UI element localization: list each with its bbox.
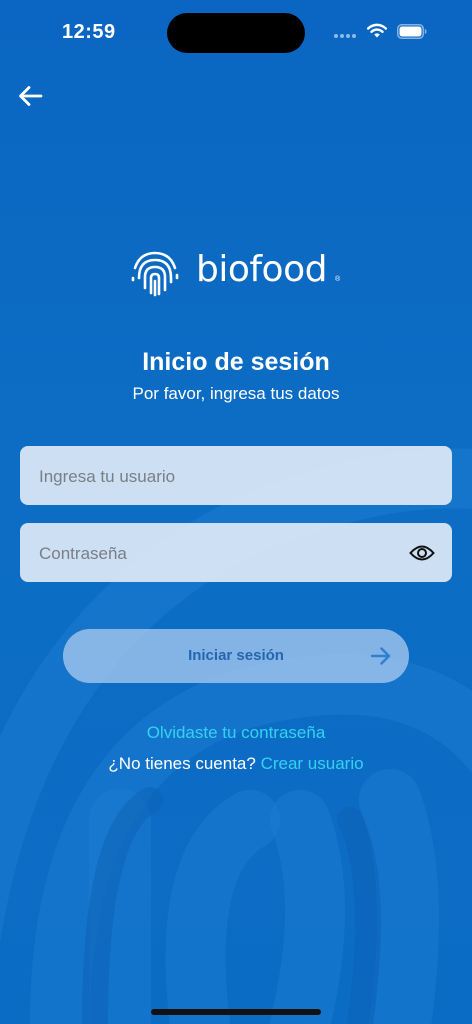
- status-time: 12:59: [62, 21, 116, 43]
- registered-mark: ®: [335, 276, 341, 283]
- username-input[interactable]: [37, 446, 411, 507]
- battery-icon: [397, 24, 427, 39]
- no-account-prompt: ¿No tienes cuenta?: [108, 754, 256, 773]
- page-subtitle: Por favor, ingresa tus datos: [132, 384, 340, 403]
- brand-logo: biofood ®: [130, 248, 344, 300]
- login-button[interactable]: Iniciar sesión: [63, 629, 409, 683]
- password-input[interactable]: [37, 523, 411, 584]
- login-screen: 12:59 biofood ® Inicio de sesión Por fav…: [0, 0, 472, 1024]
- username-field-container: [20, 446, 452, 507]
- page-title: Inicio de sesión: [142, 348, 330, 376]
- forgot-password-link[interactable]: Olvidaste tu contraseña: [147, 723, 326, 742]
- wifi-icon: [367, 23, 387, 38]
- fingerprint-icon: [131, 251, 179, 297]
- home-indicator[interactable]: [151, 1009, 321, 1015]
- brand-name: biofood: [196, 249, 327, 290]
- signup-row: ¿No tienes cuenta? Crear usuario: [0, 754, 472, 774]
- password-field-container: [20, 523, 452, 584]
- dynamic-island: [167, 13, 305, 53]
- create-user-link[interactable]: Crear usuario: [261, 754, 364, 773]
- back-button[interactable]: [14, 80, 46, 112]
- forgot-password-row: Olvidaste tu contraseña: [0, 723, 472, 743]
- eye-icon: [409, 545, 435, 561]
- fingerprint-background-art: [0, 448, 472, 1024]
- status-bar: 12:59: [0, 0, 472, 64]
- arrow-right-icon: [370, 647, 391, 665]
- cellular-signal-icon: [334, 34, 356, 38]
- arrow-left-icon: [19, 86, 43, 106]
- toggle-password-visibility-button[interactable]: [408, 539, 436, 567]
- login-button-label: Iniciar sesión: [188, 647, 284, 664]
